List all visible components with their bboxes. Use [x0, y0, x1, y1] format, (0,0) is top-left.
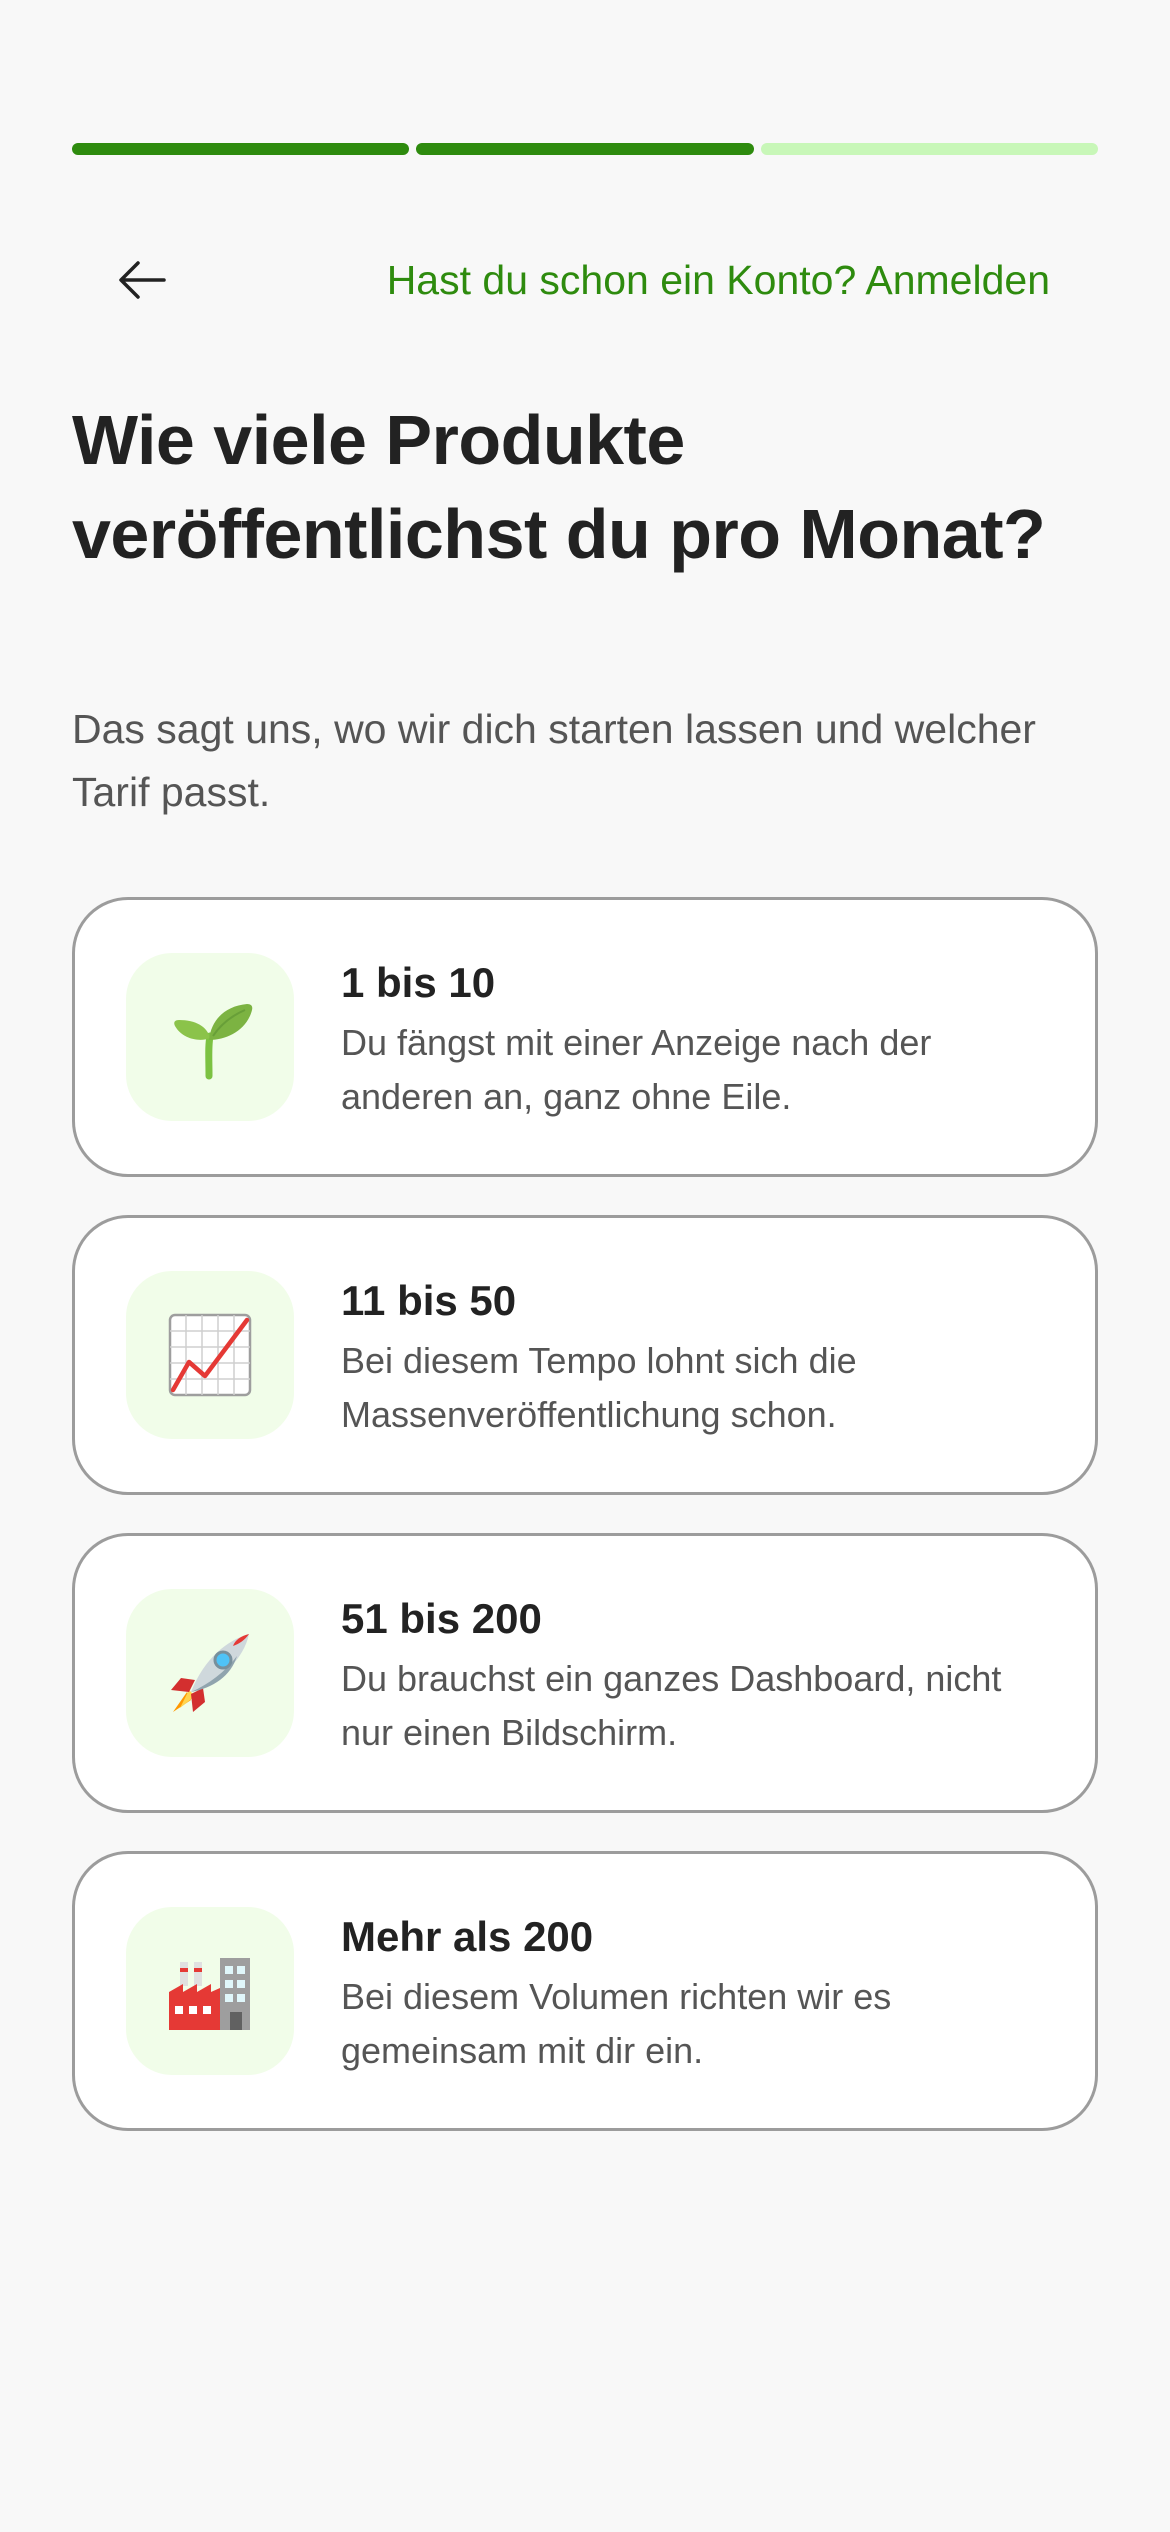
option-description: Du brauchst ein ganzes Dashboard, nicht … [341, 1658, 1002, 1753]
progress-segment-3 [760, 143, 1098, 155]
option-icon-box [126, 1907, 294, 2075]
option-icon-box [126, 1271, 294, 1439]
rocket-icon [171, 1634, 249, 1712]
option-title: 11 bis 50 [341, 1277, 517, 1324]
option-title: 51 bis 200 [341, 1595, 542, 1642]
option-1-to-10[interactable]: 1 bis 10 Du fängst mit einer Anzeige nac… [72, 897, 1098, 1177]
option-list: 1 bis 10 Du fängst mit einer Anzeige nac… [72, 897, 1098, 2169]
option-51-to-200[interactable]: 51 bis 200 Du brauchst ein ganzes Dashbo… [72, 1533, 1098, 1813]
page-title: Wie viele Produkte veröffentlichst du pr… [72, 401, 1046, 573]
login-link[interactable]: Hast du schon ein Konto? Anmelden [387, 240, 1050, 320]
option-icon-box [126, 953, 294, 1121]
progress-segment-1 [72, 143, 410, 155]
option-title: 1 bis 10 [341, 959, 496, 1006]
chart-increasing-icon [168, 1313, 252, 1397]
arrow-left-icon [119, 261, 166, 299]
option-text: 1 bis 10 Du fängst mit einer Anzeige nac… [341, 956, 1045, 1124]
progress-segment-2 [416, 143, 754, 155]
seedling-icon [174, 1004, 253, 1080]
option-text: Mehr als 200 Bei diesem Volumen richten … [341, 1910, 1045, 2078]
option-11-to-50[interactable]: 11 bis 50 Bei diesem Tempo lohnt sich di… [72, 1215, 1098, 1495]
option-title: Mehr als 200 [341, 1913, 594, 1960]
progress-bar [72, 143, 1098, 155]
back-button[interactable] [102, 240, 182, 320]
option-description: Bei diesem Volumen richten wir es gemein… [341, 1976, 892, 2071]
option-icon-box [126, 1589, 294, 1757]
top-navigation: Hast du schon ein Konto? Anmelden [72, 240, 1098, 320]
option-more-than-200[interactable]: Mehr als 200 Bei diesem Volumen richten … [72, 1851, 1098, 2131]
option-description: Bei diesem Tempo lohnt sich die Massenve… [341, 1340, 857, 1435]
option-text: 11 bis 50 Bei diesem Tempo lohnt sich di… [341, 1274, 1045, 1442]
option-text: 51 bis 200 Du brauchst ein ganzes Dashbo… [341, 1592, 1045, 1760]
page-subtitle: Das sagt uns, wo wir dich starten lassen… [72, 706, 1036, 815]
option-description: Du fängst mit einer Anzeige nach der and… [341, 1022, 932, 1117]
factory-icon [169, 1958, 250, 2030]
